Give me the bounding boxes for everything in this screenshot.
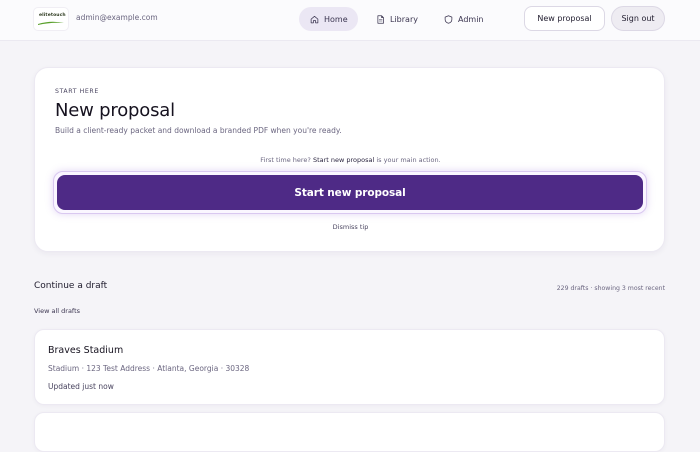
brand-logo[interactable]: elitetouch	[34, 8, 68, 30]
start-here-card: START HERE New proposal Build a client-r…	[34, 67, 665, 252]
hint-prefix: First time here?	[260, 156, 313, 164]
document-icon	[377, 14, 384, 24]
shield-icon	[444, 14, 453, 24]
user-email: admin@example.com	[76, 13, 158, 22]
hint-emphasis: Start new proposal	[312, 156, 375, 164]
view-all-drafts-link[interactable]: View all drafts	[34, 307, 80, 315]
eyebrow-label: START HERE	[55, 88, 99, 95]
start-new-proposal-button[interactable]: Start new proposal	[57, 175, 643, 210]
nav-item-home[interactable]: Home	[299, 7, 358, 31]
nav-item-admin[interactable]: Admin	[433, 7, 485, 31]
draft-card-next[interactable]	[34, 412, 665, 452]
logo-swoosh-icon	[38, 21, 64, 25]
draft-name: Braves Stadium	[48, 345, 124, 356]
home-icon	[310, 15, 319, 23]
nav-label-library: Library	[390, 14, 418, 24]
nav-item-library[interactable]: Library	[365, 7, 423, 31]
draft-meta: Stadium · 123 Test Address · Atlanta, Ge…	[48, 364, 250, 373]
hint-suffix: is your main action.	[374, 156, 441, 164]
draft-card[interactable]: Braves Stadium Stadium · 123 Test Addres…	[34, 329, 665, 405]
page-title: New proposal	[55, 100, 175, 121]
nav-label-home: Home	[324, 14, 348, 24]
draft-count: 229 drafts · showing 3 most recent	[556, 285, 665, 292]
continue-draft-heading: Continue a draft	[34, 281, 108, 291]
logo-text: elitetouch	[39, 13, 66, 18]
draft-updated: Updated just now	[48, 382, 114, 391]
sign-out-button[interactable]: Sign out	[611, 6, 665, 31]
dismiss-tip-link[interactable]: Dismiss tip	[35, 223, 666, 231]
hero-description: Build a client-ready packet and download…	[55, 126, 342, 135]
top-header: elitetouch admin@example.com Home Librar…	[0, 0, 700, 41]
header-new-proposal-button[interactable]: New proposal	[524, 6, 605, 31]
first-time-hint: First time here? Start new proposal is y…	[35, 156, 666, 164]
nav-label-admin: Admin	[458, 14, 484, 24]
